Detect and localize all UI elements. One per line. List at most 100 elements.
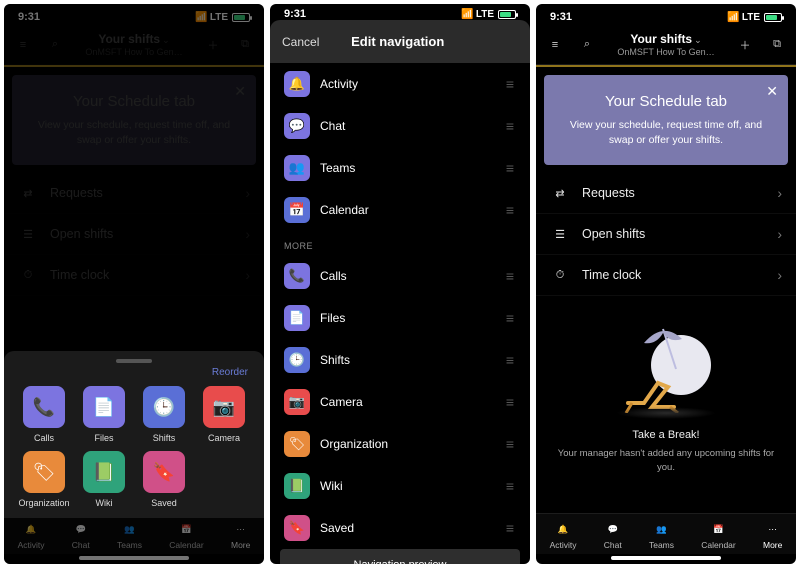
tab-activity[interactable]: 🔔Activity: [18, 520, 45, 550]
status-time: 9:31: [550, 11, 572, 23]
row-label: Open shifts: [50, 227, 233, 241]
sheet-handle[interactable]: [116, 359, 152, 363]
teams-icon: 👥: [656, 520, 667, 538]
drag-handle-icon[interactable]: ≡: [506, 478, 516, 494]
teams-icon: 👥: [124, 520, 135, 538]
tab-chat[interactable]: 💬 Chat: [72, 520, 90, 550]
screen-edit-navigation: 9:31 📶 LTE Cancel Edit navigation 🔔Activ…: [270, 4, 530, 564]
tab-chat[interactable]: 💬 Chat: [604, 520, 622, 550]
add-icon[interactable]: ＋: [736, 36, 754, 54]
shifts-icon: 🕒: [284, 347, 310, 373]
nav-row-calendar[interactable]: 📅Calendar≡: [280, 189, 520, 231]
schedule-row-time-clock[interactable]: ⏱Time clock›: [4, 255, 264, 296]
tab-calendar[interactable]: 📅Calendar: [169, 520, 204, 550]
tile-camera[interactable]: 📷Camera: [194, 386, 254, 443]
drag-handle-icon[interactable]: ≡: [506, 160, 516, 176]
drag-handle-icon[interactable]: ≡: [506, 202, 516, 218]
schedule-row-open-shifts[interactable]: ☰Open shifts›: [4, 214, 264, 255]
home-indicator[interactable]: [79, 556, 189, 560]
schedule-row-requests[interactable]: ⇄Requests›: [536, 173, 796, 214]
network-label: LTE: [210, 12, 228, 23]
signal-icon: 📶: [195, 12, 207, 23]
tab-teams[interactable]: 👥Teams: [117, 520, 142, 550]
tab-more[interactable]: ⋯More: [763, 520, 782, 550]
drag-handle-icon[interactable]: ≡: [506, 76, 516, 92]
add-icon[interactable]: ＋: [204, 36, 222, 54]
drag-handle-icon[interactable]: ≡: [506, 118, 516, 134]
more-icon: ⋯: [236, 520, 245, 538]
drag-handle-icon[interactable]: ≡: [506, 352, 516, 368]
tab-teams[interactable]: 👥 Teams: [649, 520, 674, 550]
tab-activity[interactable]: 🔔Activity: [550, 520, 577, 550]
schedule-row-requests[interactable]: ⇄Requests›: [4, 173, 264, 214]
navigation-preview-button[interactable]: Navigation preview: [280, 549, 520, 564]
drag-handle-icon[interactable]: ≡: [506, 310, 516, 326]
nav-row-teams[interactable]: 👥Teams≡: [280, 147, 520, 189]
tile-calls[interactable]: 📞Calls: [14, 386, 74, 443]
join-icon[interactable]: ⧉: [236, 36, 254, 54]
close-icon[interactable]: ✕: [766, 83, 778, 100]
header-title[interactable]: Your shifts: [630, 32, 692, 46]
umbrella-icon: [640, 325, 686, 371]
tab-label: More: [763, 540, 782, 550]
nav-row-label: Camera: [320, 395, 496, 409]
tab-label: Teams: [649, 540, 674, 550]
drag-handle-icon[interactable]: ≡: [506, 394, 516, 410]
tile-organization[interactable]: 🏷Organization: [14, 451, 74, 508]
schedule-banner: ✕ Your Schedule tab View your schedule, …: [12, 75, 256, 165]
nav-row-calls[interactable]: 📞Calls≡: [280, 255, 520, 297]
hamburger-icon[interactable]: ≡: [546, 36, 564, 54]
nav-row-label: Files: [320, 311, 496, 325]
cancel-button[interactable]: Cancel: [282, 35, 319, 49]
nav-row-wiki[interactable]: 📗Wiki≡: [280, 465, 520, 507]
drag-handle-icon[interactable]: ≡: [506, 268, 516, 284]
tab-more[interactable]: ⋯More: [231, 520, 250, 550]
schedule-row-open-shifts[interactable]: ☰Open shifts›: [536, 214, 796, 255]
wiki-icon: 📗: [284, 473, 310, 499]
edit-nav-header: Cancel Edit navigation: [270, 20, 530, 63]
chat-icon: 💬: [607, 520, 618, 538]
nav-row-organization[interactable]: 🏷Organization≡: [280, 423, 520, 465]
drag-handle-icon[interactable]: ≡: [506, 436, 516, 452]
join-icon[interactable]: ⧉: [768, 36, 786, 54]
reorder-link[interactable]: Reorder: [10, 367, 258, 382]
schedule-row-time-clock[interactable]: ⏱Time clock›: [536, 255, 796, 296]
row-label: Requests: [50, 186, 233, 200]
nav-row-label: Organization: [320, 437, 496, 451]
header-title[interactable]: Your shifts: [98, 32, 160, 46]
nav-row-chat[interactable]: 💬Chat≡: [280, 105, 520, 147]
nav-row-files[interactable]: 📄Files≡: [280, 297, 520, 339]
battery-icon: [232, 13, 250, 22]
tile-shifts[interactable]: 🕒Shifts: [134, 386, 194, 443]
drag-handle-icon[interactable]: ≡: [506, 520, 516, 536]
tile-wiki[interactable]: 📗Wiki: [74, 451, 134, 508]
tab-calendar[interactable]: 📅Calendar: [701, 520, 736, 550]
nav-row-saved[interactable]: 🔖Saved≡: [280, 507, 520, 549]
app-header: ≡ ⌕ Your shifts⌄ OnMSFT How To Gen… ＋ ⧉: [4, 26, 264, 65]
network-label: LTE: [742, 12, 760, 23]
banner-body: View your schedule, request time off, an…: [558, 118, 774, 147]
close-icon[interactable]: ✕: [234, 83, 246, 100]
calendar-icon: 📅: [713, 520, 724, 538]
search-icon[interactable]: ⌕: [46, 36, 64, 54]
nav-row-shifts[interactable]: 🕒Shifts≡: [280, 339, 520, 381]
chat-icon: 💬: [75, 520, 86, 538]
hamburger-icon[interactable]: ≡: [14, 36, 32, 54]
nav-row-camera[interactable]: 📷Camera≡: [280, 381, 520, 423]
nav-row-activity[interactable]: 🔔Activity≡: [280, 63, 520, 105]
tile-saved[interactable]: 🔖Saved: [134, 451, 194, 508]
saved-icon: 🔖: [143, 451, 185, 493]
tab-label: Chat: [72, 540, 90, 550]
tab-label: Chat: [604, 540, 622, 550]
tile-label: Organization: [18, 498, 69, 508]
nav-row-label: Calls: [320, 269, 496, 283]
chevron-down-icon[interactable]: ⌄: [162, 35, 170, 45]
tile-files[interactable]: 📄Files: [74, 386, 134, 443]
accent-line: [536, 65, 796, 67]
search-icon[interactable]: ⌕: [578, 36, 596, 54]
banner-body: View your schedule, request time off, an…: [26, 118, 242, 147]
saved-icon: 🔖: [284, 515, 310, 541]
chevron-down-icon[interactable]: ⌄: [694, 35, 702, 45]
home-indicator[interactable]: [611, 556, 721, 560]
tab-label: Activity: [18, 540, 45, 550]
